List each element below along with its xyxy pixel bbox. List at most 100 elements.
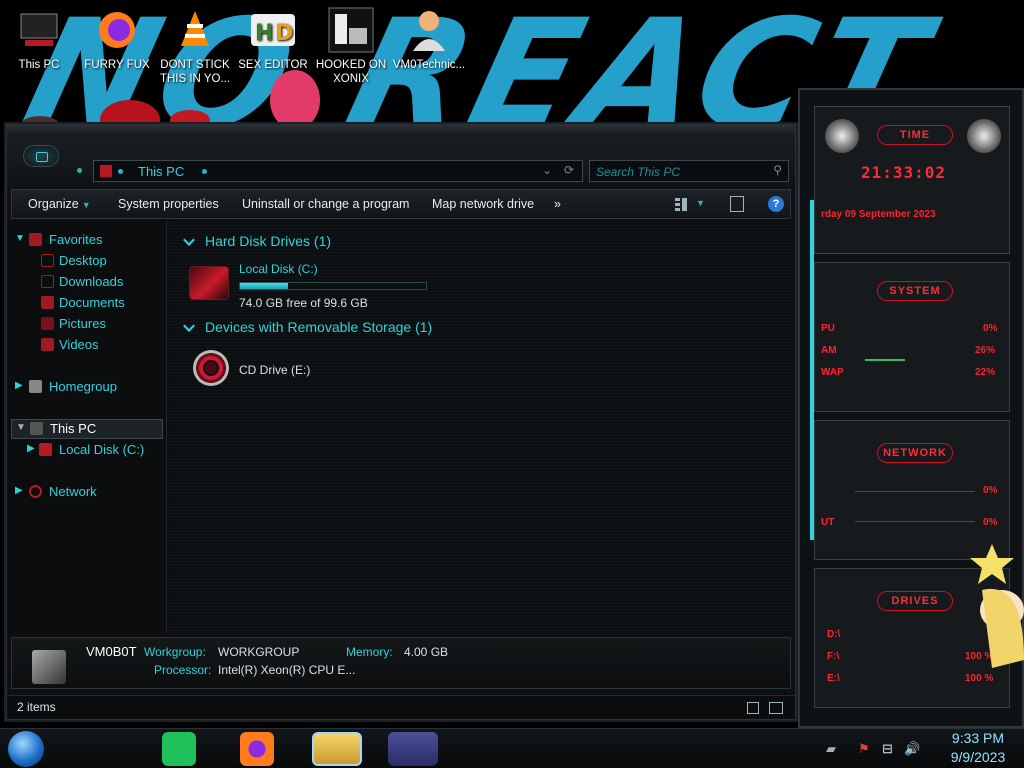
nav-local-disk[interactable]: ▶ Local Disk (C:) (7, 441, 167, 459)
cd-drive-icon (193, 350, 229, 386)
drive-e-percent: 100 % (965, 673, 994, 684)
volume-icon[interactable]: 🔊 (904, 741, 920, 757)
nav-videos[interactable]: Videos (7, 336, 167, 354)
desktop-icon-label: This PC (18, 59, 60, 71)
nav-downloads[interactable]: Downloads (7, 273, 167, 291)
alien-logo-icon (825, 119, 859, 153)
group-label: Devices with Removable Storage (1) (205, 319, 433, 335)
refresh-icon[interactable]: ⟳ (564, 163, 574, 177)
breadcrumb-dot-icon (118, 169, 123, 174)
details-view-icon[interactable] (747, 702, 759, 714)
nav-homegroup[interactable]: ▶ Homegroup (7, 378, 167, 396)
desktop-icon-label: HOOKED ON XONIX (315, 59, 387, 85)
desktop-icon-label: VM0Technic... (392, 59, 466, 71)
organize-button[interactable]: Organize ▼ (28, 197, 91, 211)
documents-icon (41, 296, 54, 309)
gadget-clock: 21:33:02 (861, 163, 947, 182)
star-icon (29, 233, 42, 246)
drive-f-label: F:\ (827, 651, 840, 662)
address-bar[interactable]: This PC ⌄ ⟳ (93, 160, 583, 182)
taskbar-date: 9/9/2023 (950, 749, 1006, 765)
expand-arrow-icon[interactable]: ▶ (15, 485, 23, 496)
workgroup-value: WORKGROUP (218, 645, 300, 659)
desktop-icon-firefox[interactable]: FURRY FUX (80, 6, 154, 72)
network-tray-icon[interactable]: ⊟ (882, 741, 893, 757)
details-pane: VM0B0T Workgroup: WORKGROUP Memory: 4.00… (11, 637, 791, 689)
group-label: Hard Disk Drives (1) (205, 233, 332, 249)
start-button[interactable] (8, 731, 44, 767)
help-button[interactable]: ? (768, 196, 784, 212)
app-taskbar-icon[interactable] (388, 732, 438, 766)
processor-label: Processor: (154, 663, 212, 677)
file-explorer-taskbar-icon[interactable] (312, 732, 362, 766)
computer-icon (32, 650, 66, 684)
command-bar: Organize ▼ System properties Uninstall or… (11, 189, 791, 219)
search-input[interactable]: Search This PC ⚲ (589, 160, 789, 182)
more-commands-button[interactable]: » (554, 197, 561, 211)
drive-name: CD Drive (E:) (239, 363, 311, 377)
title-bar[interactable] (7, 125, 795, 137)
action-center-flag-icon[interactable]: ⚑ (858, 741, 870, 757)
breadcrumb-dot-icon (202, 169, 207, 174)
desktop-icon-vlc[interactable]: DONT STICK THIS IN YO... (158, 6, 232, 86)
collapse-arrow-icon[interactable] (183, 234, 195, 246)
memory-value: 4.00 GB (404, 645, 449, 659)
hard-disk-icon (189, 266, 229, 300)
nav-pictures[interactable]: Pictures (7, 315, 167, 333)
ram-graph-icon (865, 359, 905, 361)
svg-text:H: H (255, 21, 273, 46)
game-icon (327, 6, 375, 54)
nav-documents-label: Documents (59, 295, 125, 310)
back-button[interactable] (23, 145, 59, 167)
nav-documents[interactable]: Documents (7, 294, 167, 312)
nav-homegroup-label: Homegroup (49, 379, 117, 394)
chevron-down-icon[interactable]: ⌄ (542, 163, 552, 177)
firefox-icon (93, 6, 141, 54)
search-icon[interactable]: ⚲ (773, 163, 782, 177)
desktop-icon-user[interactable]: VM0Technic... (392, 6, 466, 72)
map-network-drive-button[interactable]: Map network drive (432, 197, 534, 211)
show-hidden-icons-icon[interactable]: ▰ (826, 741, 836, 757)
taskbar-clock[interactable]: 9:33 PM 9/9/2023 (936, 729, 1020, 767)
collapse-arrow-icon[interactable] (183, 320, 195, 332)
desktop-icon-xonix[interactable]: HOOKED ON XONIX (314, 6, 388, 86)
large-icons-view-icon[interactable] (769, 702, 783, 714)
drive-name: Local Disk (C:) (239, 262, 318, 276)
desktop-icon-this-pc[interactable]: This PC (2, 6, 76, 72)
desktop-icon-hxd[interactable]: HD SEX EDITOR (236, 6, 310, 72)
collapse-arrow-icon[interactable]: ▼ (16, 422, 26, 433)
alien-logo-icon (967, 119, 1001, 153)
system-title: SYSTEM (877, 281, 953, 301)
nav-desktop[interactable]: Desktop (7, 252, 167, 270)
nav-this-pc[interactable]: ▼ This PC (11, 419, 163, 439)
explorer-window[interactable]: This PC ⌄ ⟳ Search This PC ⚲ Organize ▼ S… (6, 124, 796, 720)
this-pc-icon (100, 165, 112, 177)
nav-favorites[interactable]: ▼ Favorites (7, 231, 167, 249)
videos-icon (41, 338, 54, 351)
spotify-icon[interactable] (162, 732, 196, 766)
nav-network[interactable]: ▶ Network (7, 483, 167, 501)
cpu-value: 0% (983, 323, 998, 334)
expand-arrow-icon[interactable]: ▶ (15, 380, 23, 391)
change-view-icon[interactable] (674, 196, 688, 212)
view-options-caret-icon[interactable]: ▼ (696, 198, 705, 208)
nav-pictures-label: Pictures (59, 316, 106, 331)
drive-d-label: D:\ (827, 629, 841, 640)
svg-text:D: D (275, 21, 293, 46)
firefox-taskbar-icon[interactable] (240, 732, 274, 766)
drive-e-label: E:\ (827, 673, 840, 684)
desktop-icon-label: SEX EDITOR (238, 59, 308, 71)
homegroup-icon (29, 380, 42, 393)
system-properties-button[interactable]: System properties (118, 197, 219, 211)
uninstall-program-button[interactable]: Uninstall or change a program (242, 197, 409, 211)
expand-arrow-icon[interactable]: ▶ (27, 443, 35, 454)
net-out-label: UT (821, 517, 835, 528)
wallpaper-art (270, 70, 320, 130)
nav-videos-label: Videos (59, 337, 99, 352)
user-icon (405, 6, 453, 54)
preview-pane-icon[interactable] (730, 196, 744, 212)
desktop-icon-label: FURRY FUX (84, 59, 150, 71)
collapse-arrow-icon[interactable]: ▼ (15, 233, 25, 244)
computer-name: VM0B0T (86, 644, 137, 659)
network-icon (29, 485, 42, 498)
